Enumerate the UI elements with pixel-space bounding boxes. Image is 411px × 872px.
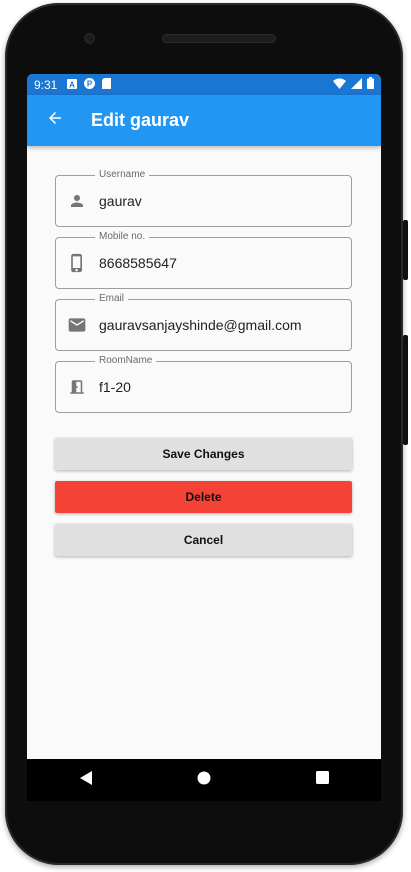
action-buttons: Save Changes Delete Cancel [55, 438, 352, 567]
app-bar: Edit gaurav [27, 95, 381, 146]
room-label: RoomName [95, 355, 157, 366]
signal-icon [351, 77, 362, 92]
nav-back-button[interactable] [66, 760, 106, 800]
app-screen: 9:31 A P Edit gaurav Username gaurav Mob… [27, 74, 381, 759]
nav-home-button[interactable] [184, 760, 224, 800]
delete-button[interactable]: Delete [55, 481, 352, 513]
mobile-label: Mobile no. [95, 231, 150, 242]
system-nav-bar [27, 759, 381, 801]
phone-icon [56, 253, 98, 273]
mobile-field[interactable]: Mobile no. [55, 231, 352, 289]
room-field[interactable]: RoomName [55, 355, 352, 413]
room-input[interactable] [99, 379, 339, 395]
power-button [403, 335, 408, 445]
status-time: 9:31 [34, 77, 58, 92]
home-circle-icon [197, 771, 211, 790]
email-input[interactable] [99, 317, 339, 333]
cancel-button[interactable]: Cancel [55, 524, 352, 556]
mail-icon [56, 315, 98, 335]
door-icon [56, 378, 98, 396]
page-title: Edit gaurav [91, 110, 190, 130]
status-bar: 9:31 A P [27, 74, 381, 95]
recents-square-icon [315, 771, 329, 789]
wifi-icon [333, 78, 346, 92]
earpiece-speaker [162, 34, 276, 43]
sd-card-icon [102, 77, 112, 92]
front-camera [84, 33, 95, 44]
volume-button [403, 220, 408, 280]
person-icon [56, 192, 98, 210]
username-label: Username [95, 169, 150, 180]
email-label: Email [95, 293, 129, 304]
edit-form: Username Mobile no. Email RoomName [55, 169, 352, 423]
back-triangle-icon [79, 770, 93, 791]
save-changes-button[interactable]: Save Changes [55, 438, 352, 470]
status-right-icons [333, 77, 374, 92]
svg-text:A: A [69, 80, 75, 89]
svg-text:P: P [87, 79, 93, 88]
a-icon: A [67, 78, 78, 92]
arrow-back-icon [46, 109, 64, 132]
back-button[interactable] [27, 95, 83, 146]
username-input[interactable] [99, 193, 339, 209]
p-icon: P [84, 77, 96, 92]
battery-icon [367, 77, 374, 92]
email-field[interactable]: Email [55, 293, 352, 351]
nav-recents-button[interactable] [302, 760, 342, 800]
mobile-input[interactable] [99, 255, 339, 271]
username-field[interactable]: Username [55, 169, 352, 227]
